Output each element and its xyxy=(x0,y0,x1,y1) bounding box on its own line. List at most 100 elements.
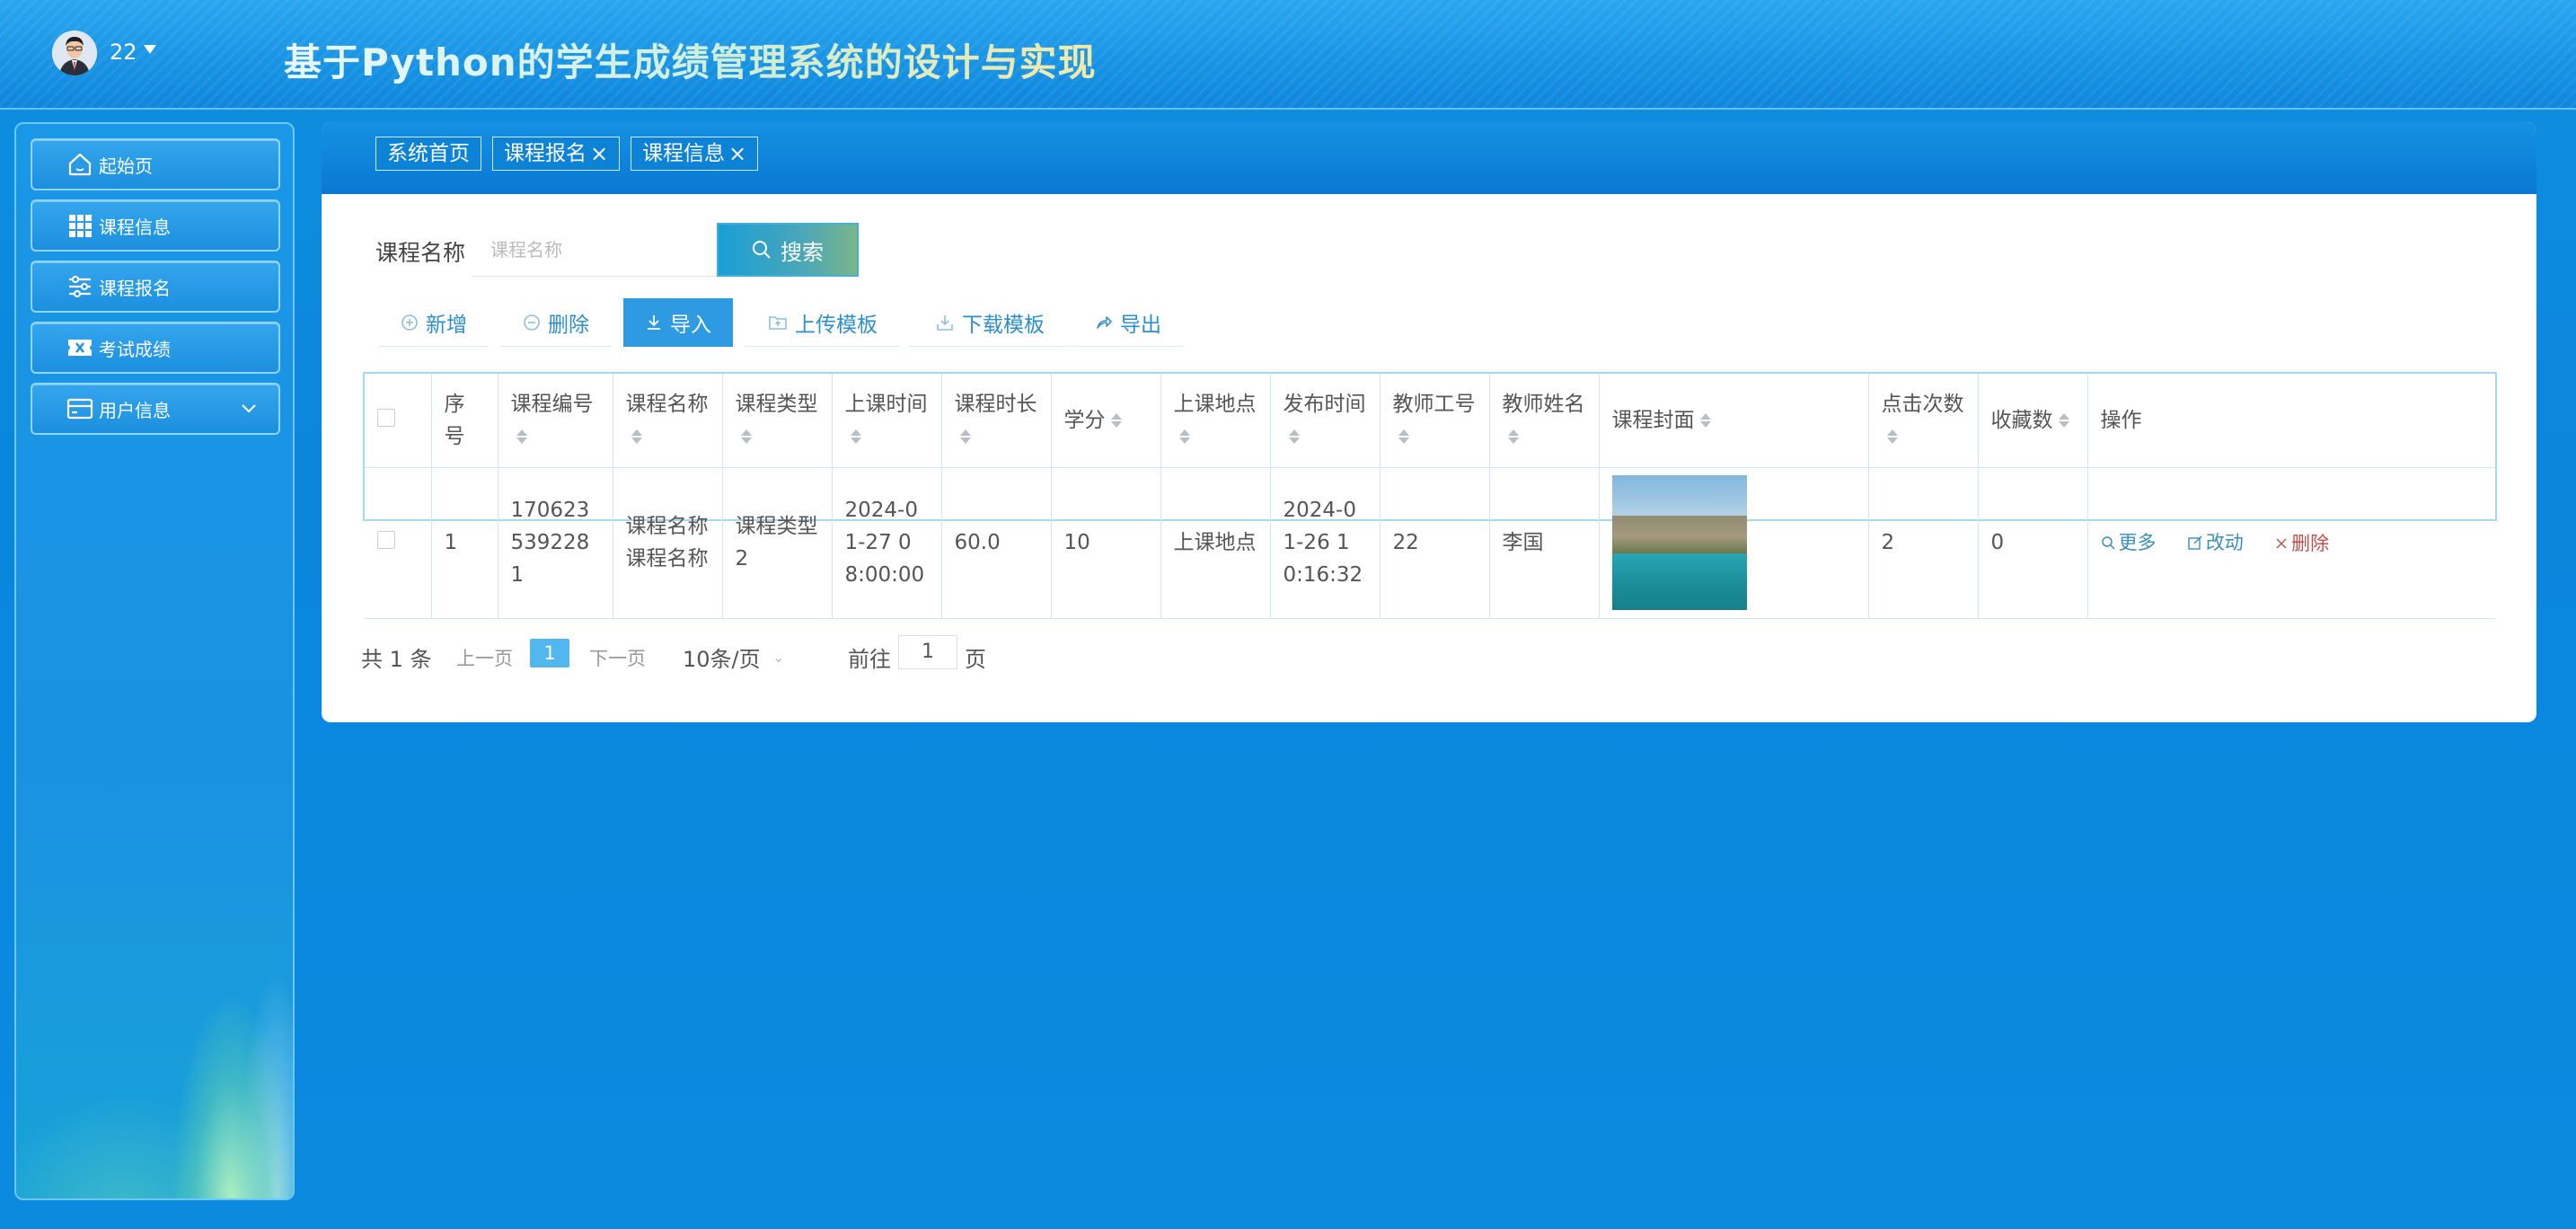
cell-favorites: 0 xyxy=(1978,467,2088,619)
search-icon xyxy=(2101,535,2115,550)
delete-button[interactable]: 删除 xyxy=(501,298,611,347)
sidebar-item-user-info[interactable]: 用户信息 xyxy=(31,383,280,435)
column-header[interactable]: 课程时长 xyxy=(941,374,1052,468)
upload-template-label: 上传模板 xyxy=(795,313,878,337)
user-name[interactable]: 22 xyxy=(110,40,137,65)
upload-template-button[interactable]: 上传模板 xyxy=(745,298,900,347)
page-size-select[interactable]: 10条/页 xyxy=(683,641,761,673)
course-name-search-input[interactable] xyxy=(472,223,717,277)
sidebar-item-label: 课程信息 xyxy=(99,216,171,238)
import-button-label: 导入 xyxy=(670,314,711,337)
column-header[interactable]: 课程封面 xyxy=(1599,374,1869,468)
sort-icon[interactable] xyxy=(740,429,752,445)
pagination-next-button[interactable]: 下一页 xyxy=(589,644,646,671)
sort-icon[interactable] xyxy=(1398,429,1409,445)
cell-actions: 更多 改动 删除 xyxy=(2087,467,2495,619)
add-button-label: 新增 xyxy=(426,313,467,337)
tab-label: 课程信息 xyxy=(642,142,725,165)
edit-link[interactable]: 改动 xyxy=(2188,526,2244,559)
column-header[interactable]: 点击次数 xyxy=(1868,374,1979,468)
sidebar-item-home[interactable]: 起始页 xyxy=(31,138,280,190)
add-button[interactable]: 新增 xyxy=(379,298,489,347)
close-icon[interactable]: × xyxy=(590,137,608,170)
sort-icon[interactable] xyxy=(1699,412,1711,429)
sort-icon[interactable] xyxy=(1110,412,1122,429)
cell-course-name: 课程名称课程名称 xyxy=(613,467,723,619)
row-select-cell[interactable] xyxy=(365,467,432,619)
column-header[interactable]: 教师姓名 xyxy=(1489,374,1600,468)
delete-button-label: 删除 xyxy=(548,313,589,337)
cell-location: 上课地点 xyxy=(1160,467,1271,619)
tab-course-info[interactable]: 课程信息 × xyxy=(631,137,759,171)
row-checkbox[interactable] xyxy=(377,531,395,549)
chevron-down-icon[interactable] xyxy=(235,395,262,422)
close-icon xyxy=(2276,537,2287,549)
tab-label: 课程报名 xyxy=(504,142,587,165)
tab-label: 系统首页 xyxy=(387,142,470,165)
edit-icon xyxy=(2188,535,2202,550)
sort-icon[interactable] xyxy=(631,429,642,445)
column-header[interactable]: 课程名称 xyxy=(613,374,723,468)
sort-icon[interactable] xyxy=(1507,429,1519,445)
column-header[interactable]: 上课地点 xyxy=(1160,374,1271,468)
tabs-bar: 系统首页 课程报名 × 课程信息 × xyxy=(322,122,2536,194)
search-label: 课程名称 xyxy=(375,240,466,266)
sort-icon[interactable] xyxy=(1178,429,1190,445)
sidebar-item-label: 起始页 xyxy=(99,155,153,177)
table-row: 1 1706235392281 课程名称课程名称 课程类型2 2024-01-2… xyxy=(365,467,2495,619)
import-button[interactable]: 导入 xyxy=(623,298,733,347)
pagination-goto-input[interactable]: 1 xyxy=(898,635,957,669)
sort-icon[interactable] xyxy=(516,429,527,445)
cell-credit: 10 xyxy=(1051,467,1161,619)
sort-icon[interactable] xyxy=(959,429,971,445)
export-button[interactable]: 导出 xyxy=(1072,298,1184,347)
column-header[interactable]: 课程编号 xyxy=(498,374,613,468)
column-header[interactable]: 收藏数 xyxy=(1978,374,2088,468)
sidebar-item-course-enroll[interactable]: 课程报名 xyxy=(31,261,280,313)
column-header[interactable]: 发布时间 xyxy=(1270,374,1381,468)
system-title: 基于Python的学生成绩管理系统的设计与实现 xyxy=(284,32,1097,87)
sort-icon[interactable] xyxy=(2058,412,2069,429)
pagination-page-suffix: 页 xyxy=(965,647,986,672)
sort-icon[interactable] xyxy=(1886,429,1898,445)
plus-circle-icon xyxy=(401,314,418,331)
main-panel: 系统首页 课程报名 × 课程信息 × 课程名称 搜索 新增 删除 导入 上传模板… xyxy=(322,122,2536,722)
sidebar: 起始页 课程信息 课程报名 考试成绩 用户信息 xyxy=(14,122,295,1200)
cell-index: 1 xyxy=(431,467,498,619)
minus-circle-icon xyxy=(524,314,540,331)
tray-download-icon xyxy=(937,314,953,331)
user-avatar[interactable] xyxy=(52,31,97,75)
sort-icon[interactable] xyxy=(850,429,861,445)
sort-icon[interactable] xyxy=(1288,429,1300,445)
download-template-button[interactable]: 下载模板 xyxy=(909,298,1071,347)
course-cover-image[interactable] xyxy=(1611,475,1747,610)
cell-class-time: 2024-01-27 08:00:00 xyxy=(832,467,942,619)
pagination-current-page[interactable]: 1 xyxy=(530,639,569,668)
folder-upload-icon xyxy=(769,315,787,330)
select-all-cell[interactable] xyxy=(365,374,432,468)
more-link[interactable]: 更多 xyxy=(2101,526,2157,559)
sidebar-decoration xyxy=(16,821,293,1198)
cell-teacher-name: 李国 xyxy=(1489,467,1600,619)
sidebar-item-course-info[interactable]: 课程信息 xyxy=(31,199,280,252)
column-header[interactable]: 学分 xyxy=(1051,374,1161,468)
chevron-down-icon[interactable]: ⌄ xyxy=(772,649,784,666)
sidebar-item-exam-scores[interactable]: 考试成绩 xyxy=(31,322,280,374)
delete-link[interactable]: 删除 xyxy=(2275,527,2329,560)
caret-down-icon[interactable] xyxy=(144,45,156,54)
sidebar-item-label: 用户信息 xyxy=(99,399,171,421)
tab-course-enroll[interactable]: 课程报名 × xyxy=(492,137,621,171)
pagination-prev-button[interactable]: 上一页 xyxy=(456,644,513,671)
close-icon[interactable]: × xyxy=(728,137,746,170)
column-header[interactable]: 课程类型 xyxy=(722,374,833,468)
share-icon xyxy=(1097,315,1112,329)
column-header: 序号 xyxy=(431,374,498,468)
column-header[interactable]: 上课时间 xyxy=(832,374,942,468)
select-all-checkbox[interactable] xyxy=(377,408,395,427)
course-table: 序号 课程编号 课程名称 课程类型 上课时间 课程时长 学分 上课地点 发布时间… xyxy=(363,372,2497,619)
tab-home[interactable]: 系统首页 xyxy=(375,137,481,171)
search-button[interactable]: 搜索 xyxy=(717,223,859,277)
sidebar-item-label: 课程报名 xyxy=(99,277,171,299)
column-header[interactable]: 教师工号 xyxy=(1380,374,1490,468)
cell-duration: 60.0 xyxy=(941,467,1052,619)
